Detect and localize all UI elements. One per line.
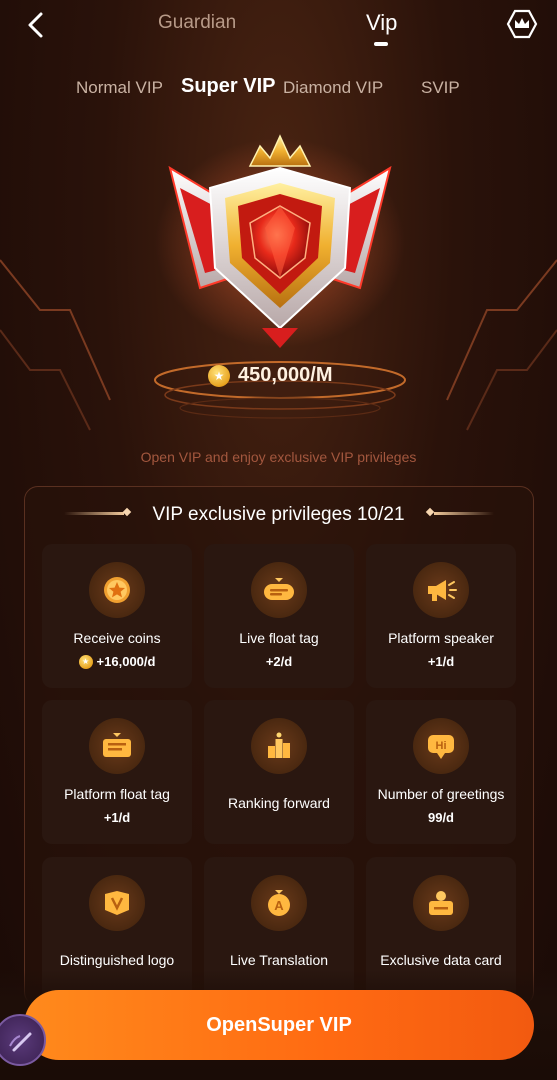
data-card-icon [413, 875, 469, 931]
privilege-name: Exclusive data card [380, 952, 502, 968]
tab-vip[interactable]: Vip [366, 10, 397, 36]
left-decoration [0, 259, 111, 431]
privilege-name: Receive coins [73, 630, 161, 646]
privileges-title: VIP exclusive privileges 10/21 [152, 504, 405, 525]
privilege-card-number-of-greetings[interactable]: Hi Number of greetings 99/d [366, 700, 516, 844]
v-logo-icon [89, 875, 145, 931]
title-decoration-right [434, 512, 494, 515]
translate-icon: A [251, 875, 307, 931]
open-super-vip-button[interactable]: OpenSuper VIP [24, 990, 534, 1060]
privilege-value: +1/d [103, 810, 131, 825]
floating-assist-button[interactable] [0, 1014, 46, 1066]
price-text: 450,000/M [238, 364, 333, 386]
banner-icon [89, 718, 145, 774]
privilege-name: Live float tag [239, 630, 319, 646]
chevron-left-icon [28, 12, 43, 38]
pen-icon [9, 1032, 32, 1052]
privilege-card-ranking-forward[interactable]: Ranking forward [204, 700, 354, 844]
tab-vip-indicator [374, 42, 388, 46]
coin-icon: ★ [208, 364, 230, 387]
svg-text:Hi: Hi [436, 740, 447, 752]
privilege-value-text: +16,000/d [96, 654, 156, 669]
privilege-name: Platform speaker [388, 630, 494, 646]
privilege-card-receive-coins[interactable]: Receive coins ★ +16,000/d [42, 544, 192, 688]
privilege-value: +1/d [427, 654, 455, 669]
podium-icon [251, 718, 307, 774]
super-vip-badge-icon [155, 134, 405, 348]
back-button[interactable] [20, 8, 50, 42]
privilege-name: Live Translation [229, 952, 329, 968]
vip-level-tabs: Normal VIP Super VIP Diamond VIP SVIP [0, 74, 557, 104]
privilege-card-platform-float-tag[interactable]: Platform float tag +1/d [42, 700, 192, 844]
privilege-value: 99/d [427, 810, 454, 825]
coin-icon: ★ [78, 654, 93, 669]
hi-bubble-icon: Hi [413, 718, 469, 774]
megaphone-icon [413, 562, 469, 618]
tab-diamond-vip[interactable]: Diamond VIP [283, 78, 383, 98]
tab-super-vip[interactable]: Super VIP [181, 75, 275, 98]
price-display: ★ 450,000/M [208, 364, 333, 387]
right-decoration [446, 259, 557, 431]
crown-icon [506, 9, 538, 39]
top-bar: Guardian Vip [0, 0, 557, 56]
privilege-name: Ranking forward [228, 795, 330, 811]
privilege-value: +2/d [265, 654, 293, 669]
privilege-name: Number of greetings [377, 786, 505, 802]
crown-button[interactable] [506, 9, 538, 39]
tab-normal-vip[interactable]: Normal VIP [76, 78, 163, 98]
tab-guardian[interactable]: Guardian [158, 12, 236, 34]
privilege-name: Distinguished logo [59, 952, 175, 968]
privilege-card-live-float-tag[interactable]: Live float tag +2/d [204, 544, 354, 688]
star-coin-icon [89, 562, 145, 618]
privilege-card-platform-speaker[interactable]: Platform speaker +1/d [366, 544, 516, 688]
tab-svip[interactable]: SVIP [421, 78, 460, 98]
vip-subtitle: Open VIP and enjoy exclusive VIP privile… [140, 449, 417, 465]
privilege-value: ★ +16,000/d [42, 654, 192, 669]
svg-text:A: A [274, 898, 284, 913]
float-tag-icon [251, 562, 307, 618]
privilege-name: Platform float tag [64, 786, 170, 802]
